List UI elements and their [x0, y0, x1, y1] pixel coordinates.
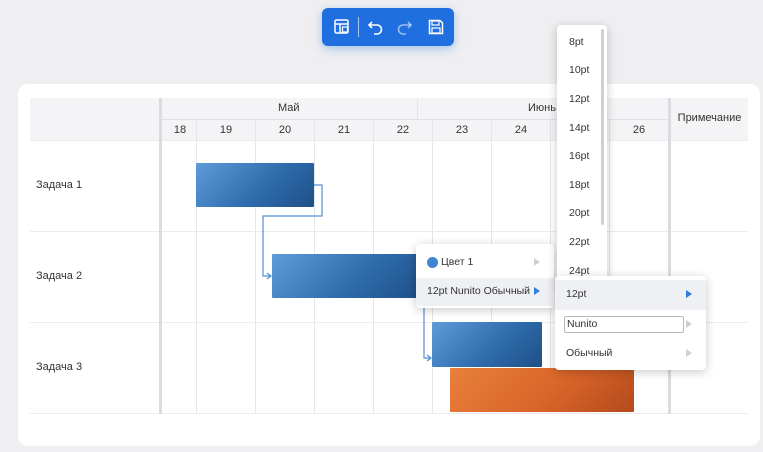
toolbar-separator [358, 17, 359, 37]
font-submenu: 12pt Nunito Обычный [555, 276, 706, 370]
font-size-option[interactable]: 16pt [569, 150, 589, 162]
font-size-option[interactable]: 22pt [569, 236, 589, 248]
menu-item-font[interactable]: 12pt Nunito Обычный [427, 285, 530, 297]
font-size-option[interactable]: 10pt [569, 64, 589, 76]
color-swatch-icon [427, 257, 438, 268]
task-bar-3[interactable] [432, 322, 542, 367]
font-size-option[interactable]: 14pt [569, 122, 589, 134]
task-bar-1[interactable] [196, 163, 314, 207]
table-export-icon[interactable] [332, 17, 352, 37]
font-size-dropdown: 8pt 10pt 12pt 14pt 16pt 18pt 20pt 22pt 2… [557, 25, 607, 287]
chevron-right-icon [534, 258, 540, 266]
font-style-value[interactable]: Обычный [566, 347, 612, 359]
font-size-option[interactable]: 8pt [569, 36, 584, 48]
menu-item-color[interactable]: Цвет 1 [441, 256, 473, 268]
save-icon[interactable] [426, 17, 446, 37]
chevron-right-icon [686, 290, 692, 298]
bar-context-menu: Цвет 1 12pt Nunito Обычный [416, 244, 554, 308]
dropdown-scrollbar[interactable] [601, 29, 604, 225]
toolbar [322, 8, 454, 46]
task-bar-3-secondary[interactable] [450, 368, 634, 412]
gantt-card: Май Июнь 18 19 20 21 22 23 24 25 26 Прим… [18, 84, 760, 446]
task-bar-2[interactable] [272, 254, 422, 298]
font-size-option[interactable]: 18pt [569, 179, 589, 191]
undo-icon[interactable] [366, 17, 386, 37]
font-size-option[interactable]: 20pt [569, 207, 589, 219]
chevron-right-icon [686, 320, 692, 328]
font-family-value[interactable]: Nunito [567, 318, 597, 330]
font-size-option[interactable]: 12pt [569, 93, 589, 105]
font-size-value[interactable]: 12pt [566, 288, 586, 300]
chevron-right-icon [534, 287, 540, 295]
chevron-right-icon [686, 349, 692, 357]
redo-icon[interactable] [394, 17, 414, 37]
